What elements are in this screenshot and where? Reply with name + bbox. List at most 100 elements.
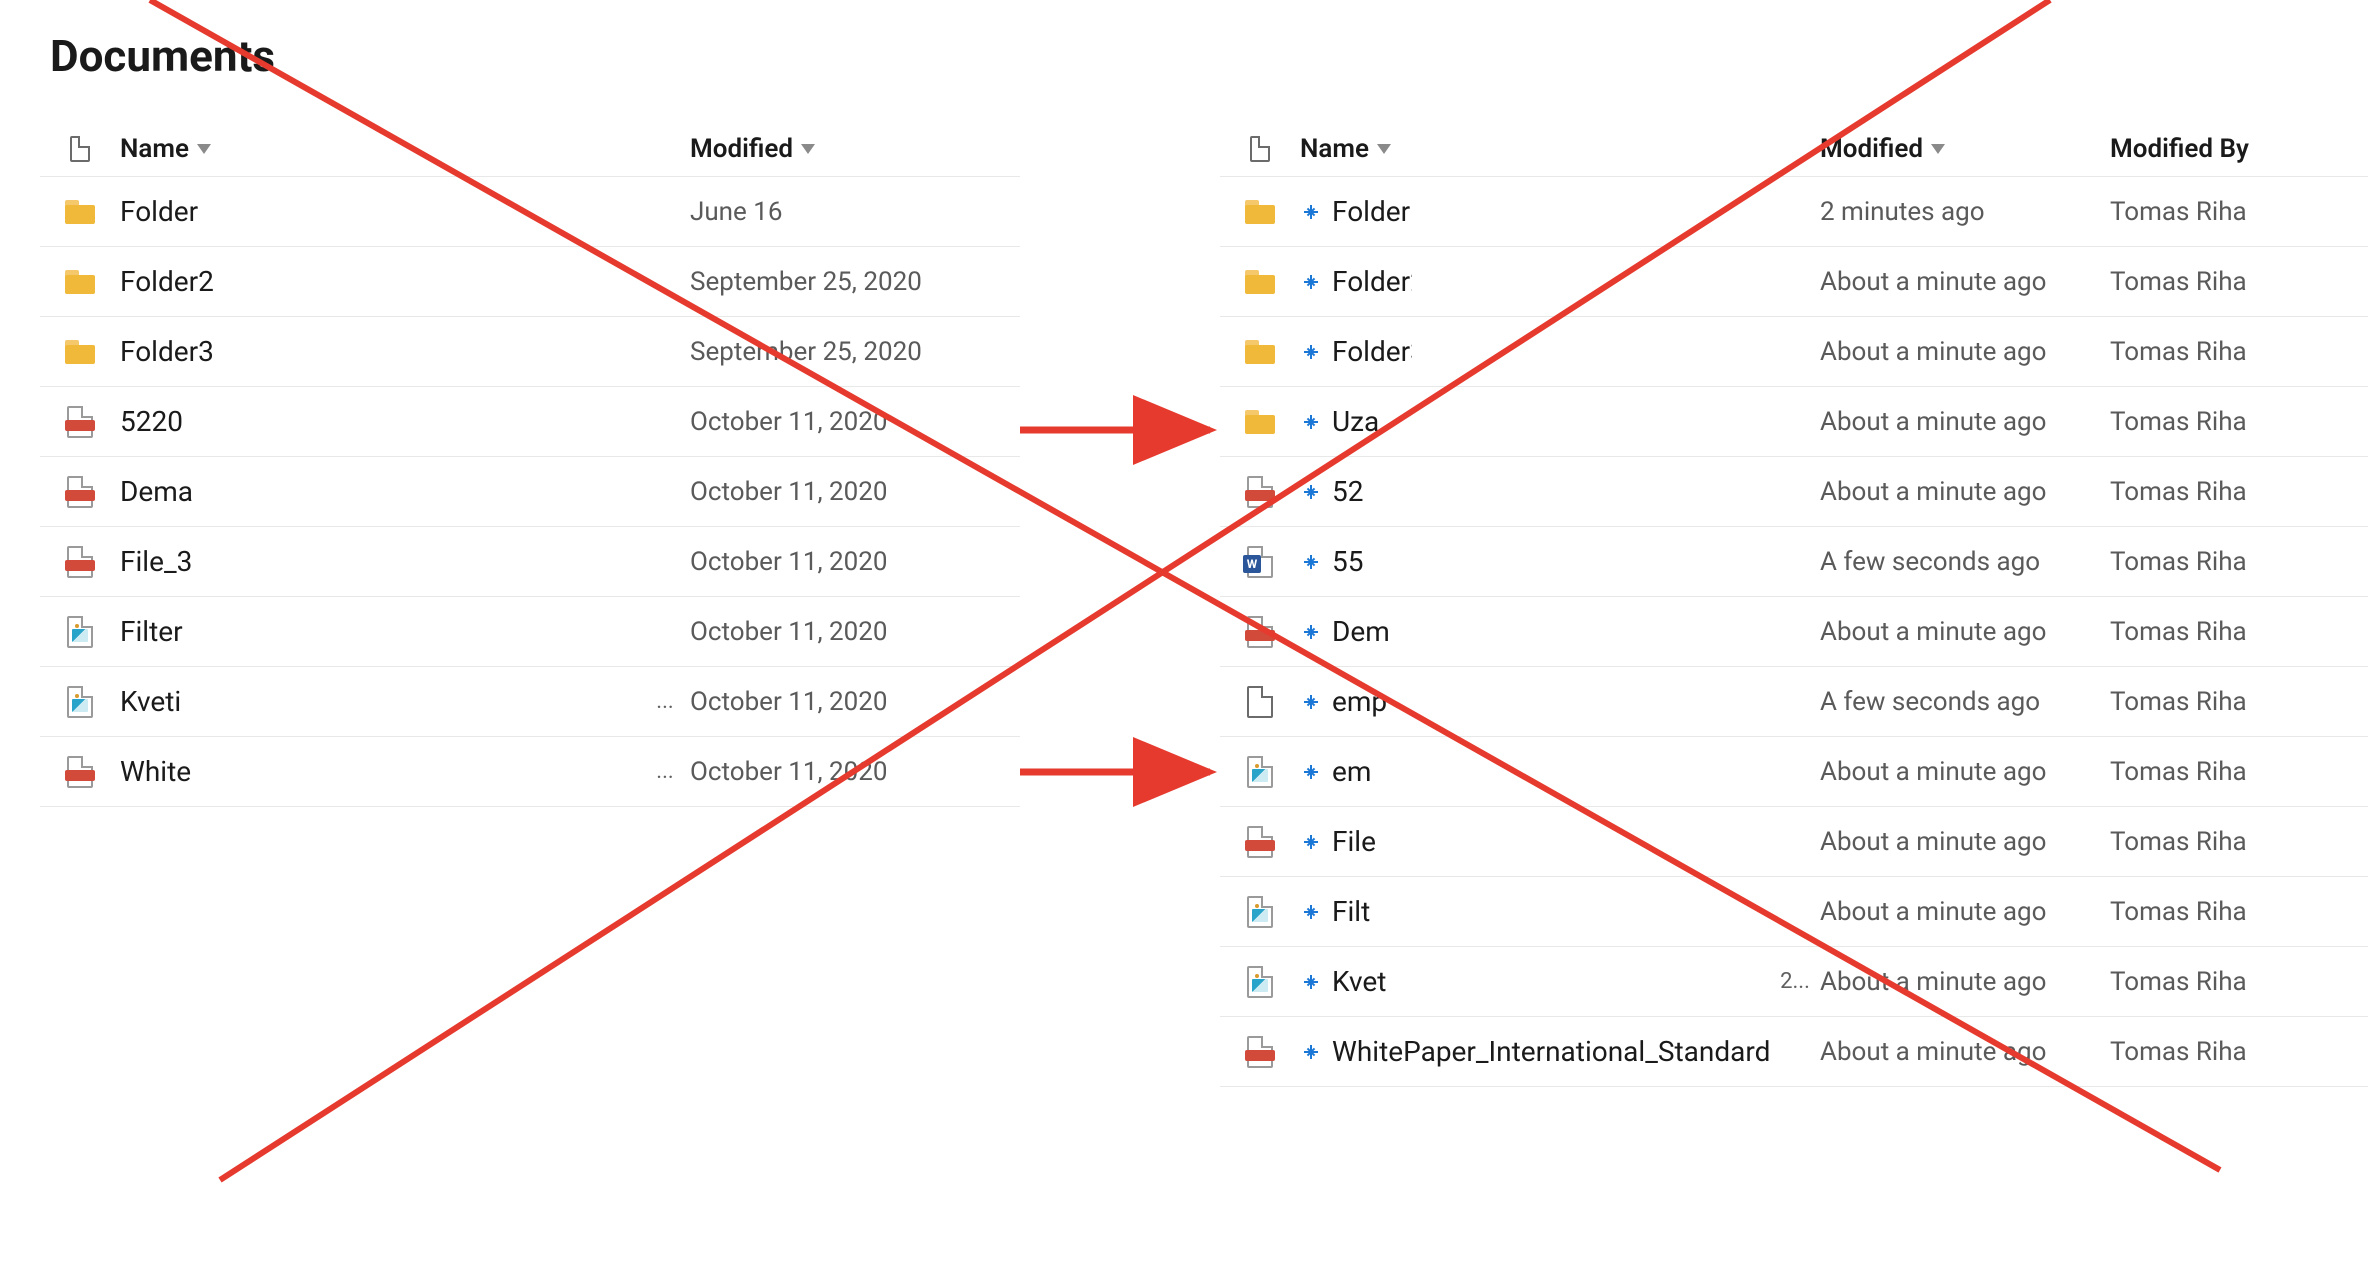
header-name-label: Name [120, 134, 189, 164]
table-row[interactable]: Folder2 minutes agoTomas Riha [1220, 177, 2368, 247]
file-type-cell [40, 406, 120, 438]
file-type-cell [40, 340, 120, 364]
modified-cell: About a minute ago [1820, 337, 2110, 367]
new-item-sparkle-icon [1300, 1041, 1322, 1063]
table-row[interactable]: File_3October 11, 2020 [40, 527, 1020, 597]
modified-by-cell: Tomas Riha [2110, 967, 2368, 997]
table-row[interactable]: Kvet2...About a minute agoTomas Riha [1220, 947, 2368, 1017]
overflow-indicator: ... [640, 689, 690, 714]
file-type-cell [1220, 616, 1300, 648]
file-name-cell[interactable]: Dem [1300, 615, 1770, 648]
file-name-cell[interactable]: Folder3 [120, 335, 640, 368]
file-type-cell [40, 270, 120, 294]
file-name-label: Folder2 [120, 265, 214, 298]
file-name-label: Folder3 [1332, 335, 1412, 368]
new-item-sparkle-icon [1300, 831, 1322, 853]
table-row[interactable]: Folder2About a minute agoTomas Riha [1220, 247, 2368, 317]
file-name-cell[interactable]: Folder [1300, 195, 1770, 228]
table-row[interactable]: WhitePaper_International_Standards_on Abo… [1220, 1017, 2368, 1087]
table-row[interactable]: Folder3 About a minute agoTomas Riha [1220, 317, 2368, 387]
pdf-file-icon [67, 406, 93, 438]
table-row[interactable]: 52About a minute agoTomas Riha [1220, 457, 2368, 527]
file-name-cell[interactable]: 55 [1300, 545, 1770, 578]
modified-by-cell: Tomas Riha [2110, 897, 2368, 927]
lists-container: Name Modified FolderJune 16 Folder2 Septem… [40, 122, 2328, 1087]
header-file-type-icon[interactable] [40, 136, 120, 162]
file-name-cell[interactable]: 52 [1300, 475, 1770, 508]
table-row[interactable]: DemaOctober 11, 2020 [40, 457, 1020, 527]
header-modified[interactable]: Modified [1820, 134, 2110, 164]
modified-by-cell: Tomas Riha [2110, 827, 2368, 857]
table-row[interactable]: File About a minute agoTomas Riha [1220, 807, 2368, 877]
file-name-label: Kvet [1332, 965, 1386, 998]
file-name-cell[interactable]: Folder2 [1300, 265, 1770, 298]
table-row[interactable]: 5220October 11, 2020 [40, 387, 1020, 457]
table-row[interactable]: UzaAbout a minute agoTomas Riha [1220, 387, 2368, 457]
table-row[interactable]: Folder3September 25, 2020 [40, 317, 1020, 387]
file-name-label: Dema [120, 475, 193, 508]
table-row[interactable]: FolderJune 16 [40, 177, 1020, 247]
new-item-sparkle-icon [1300, 411, 1322, 433]
file-name-cell[interactable]: Folder2 [120, 265, 640, 298]
page-title: Documents [50, 30, 2328, 82]
table-row[interactable]: emAbout a minute agoTomas Riha [1220, 737, 2368, 807]
file-name-cell[interactable]: WhitePaper_International_Standards_on [1300, 1035, 1770, 1068]
file-name-label: Uza [1332, 405, 1379, 438]
modified-cell: About a minute ago [1820, 1037, 2110, 1067]
modified-cell: 2 minutes ago [1820, 197, 2110, 227]
file-name-cell[interactable]: Uza [1300, 405, 1770, 438]
header-name[interactable]: Name [1300, 134, 1770, 164]
file-type-cell [1220, 546, 1300, 578]
file-name-cell[interactable]: emp [1300, 685, 1770, 718]
table-row[interactable]: DemAbout a minute agoTomas Riha [1220, 597, 2368, 667]
header-modified-label: Modified [1820, 134, 1923, 164]
modified-cell: About a minute ago [1820, 617, 2110, 647]
table-row[interactable]: FiltAbout a minute agoTomas Riha [1220, 877, 2368, 947]
file-name-cell[interactable]: File_3 [120, 545, 640, 578]
new-item-sparkle-icon [1300, 201, 1322, 223]
pdf-file-icon [1247, 1036, 1273, 1068]
file-name-cell[interactable]: Kveti [120, 685, 640, 718]
modified-cell: A few seconds ago [1820, 687, 2110, 717]
folder-icon [1245, 270, 1275, 294]
file-name-cell[interactable]: em [1300, 755, 1770, 788]
file-name-cell[interactable]: Kvet [1300, 965, 1770, 998]
file-type-cell [1220, 410, 1300, 434]
file-name-cell[interactable]: White [120, 755, 640, 788]
image-file-icon [1247, 756, 1273, 788]
modified-cell: A few seconds ago [1820, 547, 2110, 577]
file-name-cell[interactable]: 5220 [120, 405, 640, 438]
modified-cell: October 11, 2020 [690, 617, 1020, 647]
overflow-indicator: ... [640, 759, 690, 784]
file-name-cell[interactable]: Filter [120, 615, 640, 648]
modified-cell: About a minute ago [1820, 827, 2110, 857]
table-row[interactable]: 55A few seconds agoTomas Riha [1220, 527, 2368, 597]
file-type-cell [1220, 476, 1300, 508]
file-name-cell[interactable]: Filt [1300, 895, 1770, 928]
table-row[interactable]: Folder2 September 25, 2020 [40, 247, 1020, 317]
header-file-type-icon[interactable] [1220, 136, 1300, 162]
header-modified-by[interactable]: Modified By [2110, 134, 2368, 164]
modified-by-cell: Tomas Riha [2110, 337, 2368, 367]
file-name-label: 55 [1332, 545, 1363, 578]
table-row[interactable]: empA few seconds agoTomas Riha [1220, 667, 2368, 737]
header-name[interactable]: Name [120, 134, 640, 164]
modified-cell: September 25, 2020 [690, 267, 1020, 297]
file-name-label: Folder [120, 195, 198, 228]
table-row[interactable]: White...October 11, 2020 [40, 737, 1020, 807]
table-row[interactable]: Kveti...October 11, 2020 [40, 667, 1020, 737]
folder-icon [65, 270, 95, 294]
table-row[interactable]: Filter October 11, 2020 [40, 597, 1020, 667]
folder-icon [1245, 340, 1275, 364]
file-name-cell[interactable]: File [1300, 825, 1770, 858]
new-item-sparkle-icon [1300, 901, 1322, 923]
file-name-cell[interactable]: Folder3 [1300, 335, 1770, 368]
file-name-cell[interactable]: Folder [120, 195, 640, 228]
file-name-label: Folder [1332, 195, 1410, 228]
file-type-cell [40, 756, 120, 788]
header-modified[interactable]: Modified [690, 134, 1020, 164]
modified-cell: About a minute ago [1820, 757, 2110, 787]
pdf-file-icon [1247, 616, 1273, 648]
file-name-cell[interactable]: Dema [120, 475, 640, 508]
file-type-cell [1220, 826, 1300, 858]
